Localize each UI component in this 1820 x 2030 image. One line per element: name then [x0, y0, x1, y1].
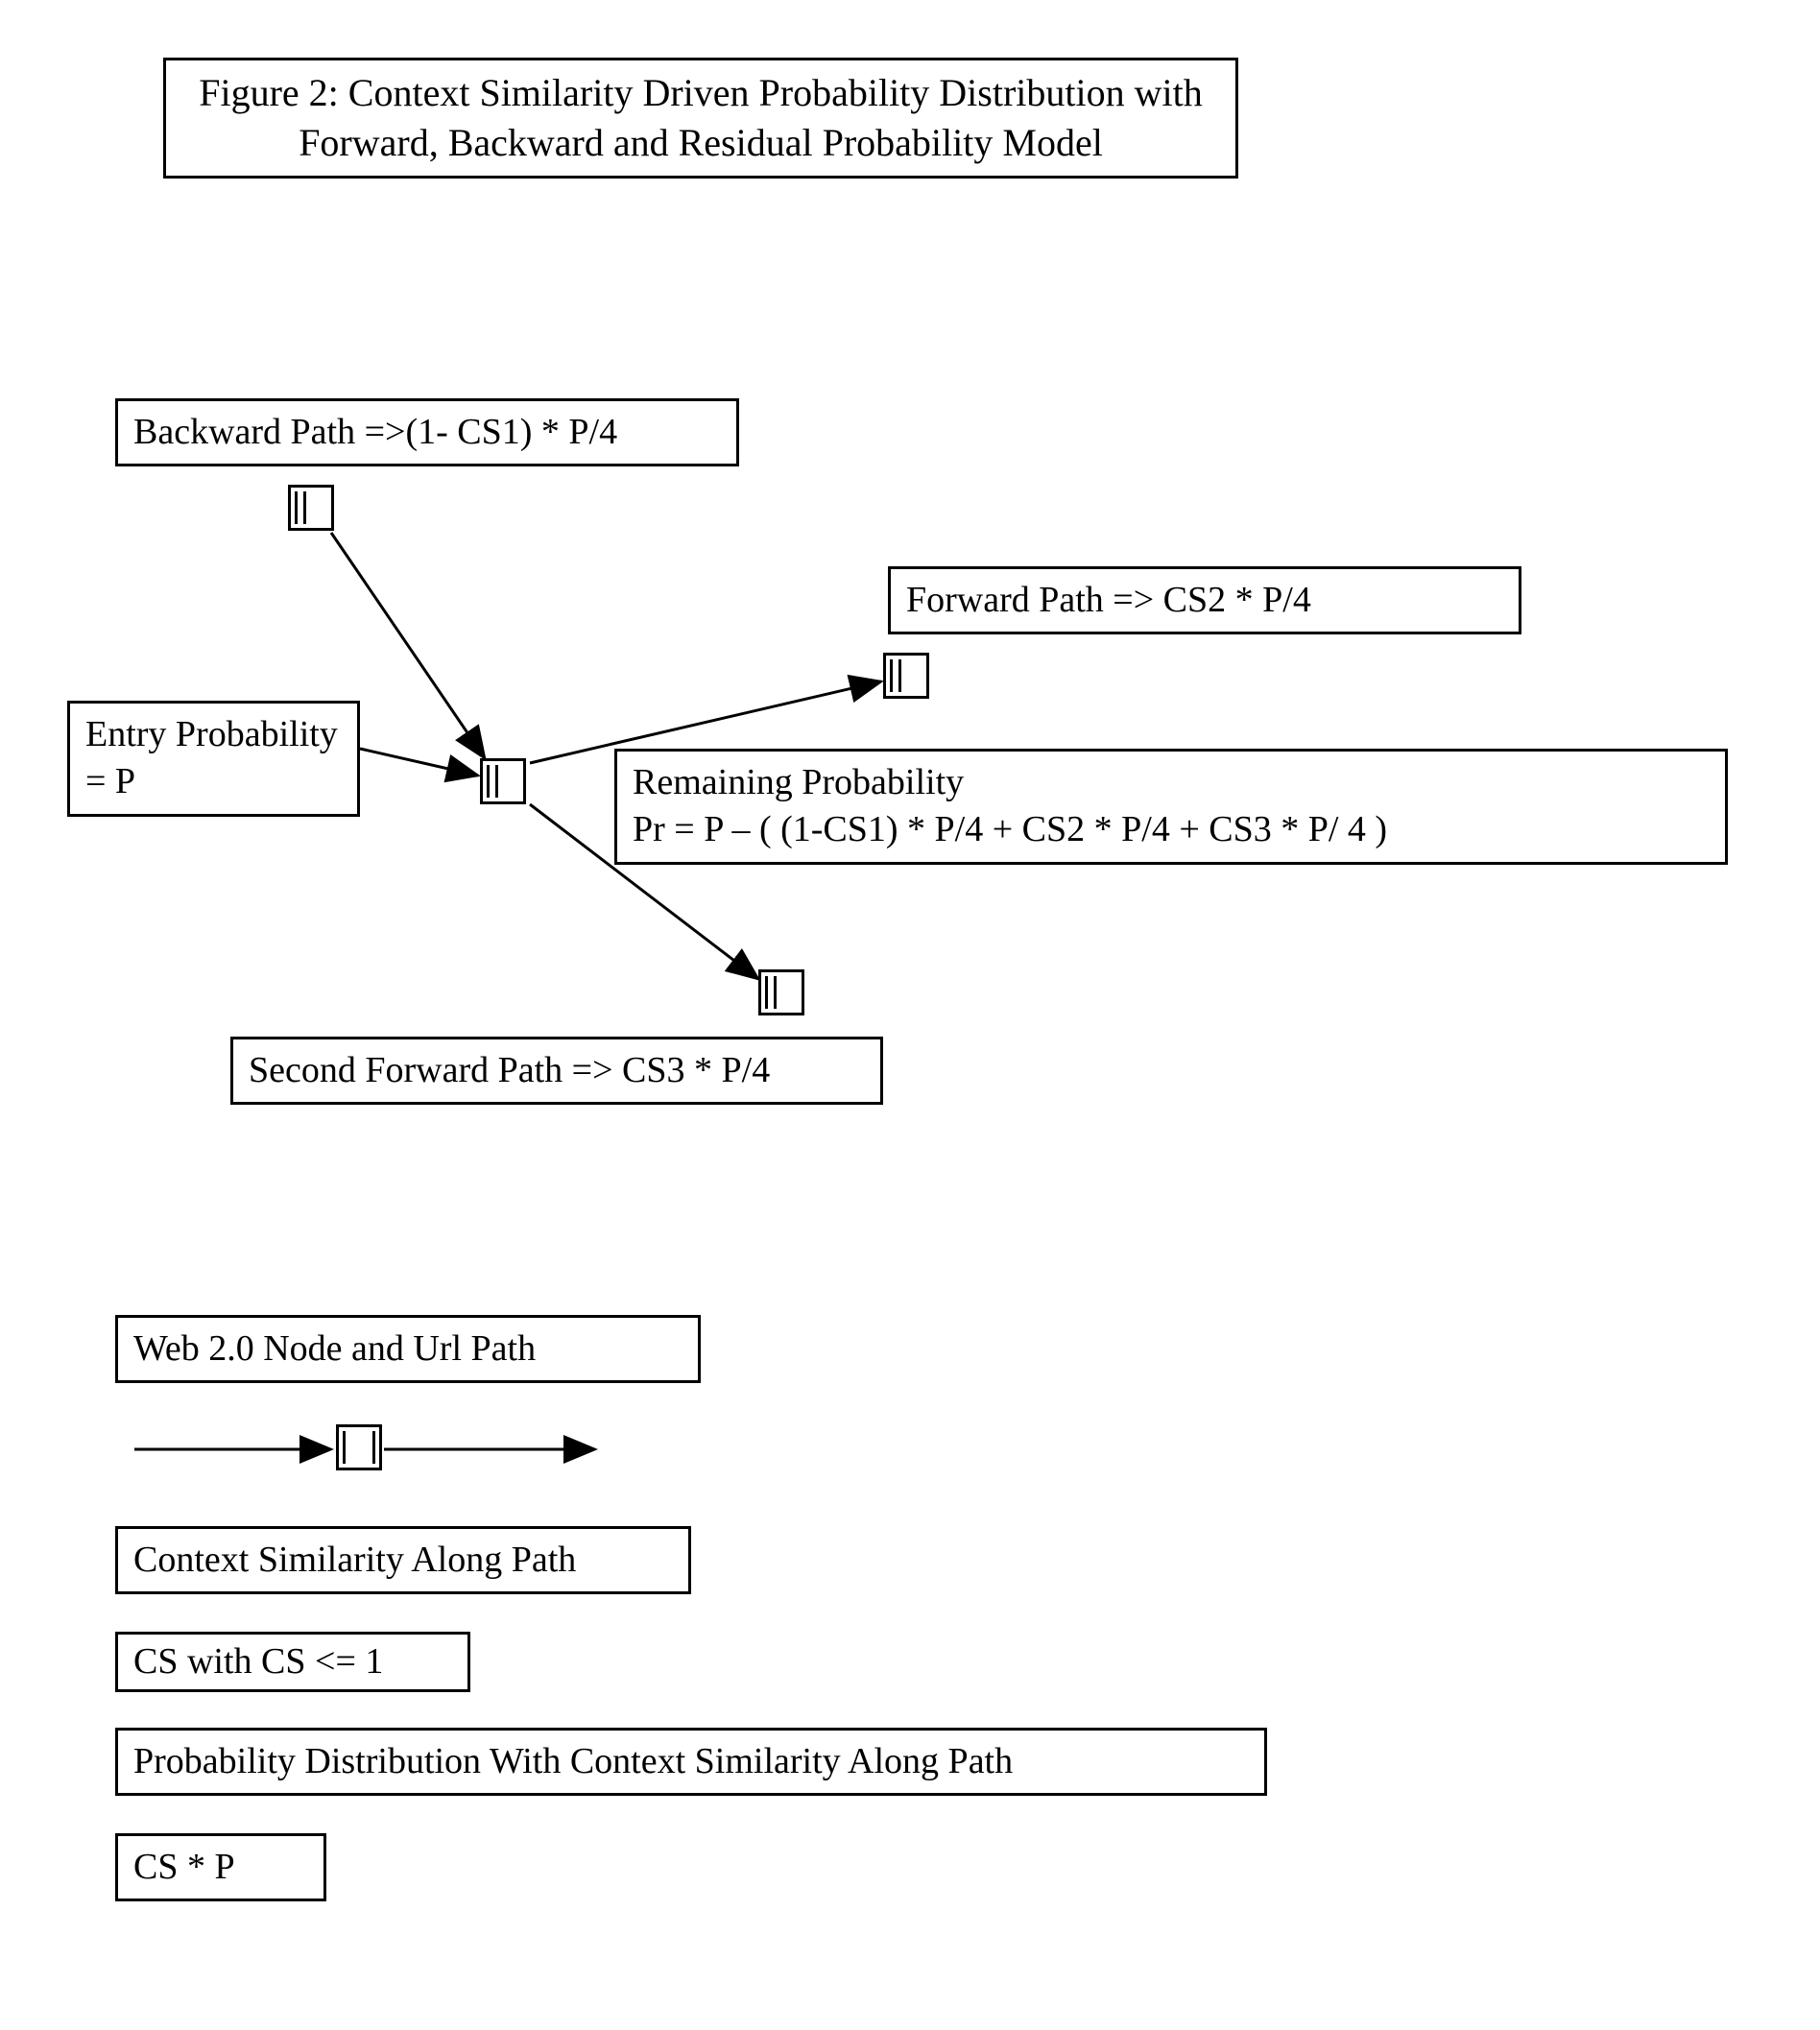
legend-cs-constraint-box: CS with CS <= 1 — [115, 1632, 470, 1692]
legend-node-icon — [336, 1424, 382, 1470]
forward-node — [883, 653, 929, 699]
legend-cs-p-box: CS * P — [115, 1833, 326, 1901]
diagram-arrows — [0, 0, 1820, 2030]
title-line1: Figure 2: Context Similarity Driven Prob… — [181, 68, 1220, 118]
second-forward-node — [758, 969, 804, 1015]
entry-probability-text: Entry Probability = P — [85, 714, 338, 801]
legend-arrows — [0, 0, 1820, 2030]
backward-path-box: Backward Path =>(1- CS1) * P/4 — [115, 398, 739, 466]
figure-title-box: Figure 2: Context Similarity Driven Prob… — [163, 58, 1238, 179]
title-line2: Forward, Backward and Residual Probabili… — [181, 118, 1220, 168]
remaining-line2: Pr = P – ( (1-CS1) * P/4 + CS2 * P/4 + C… — [633, 806, 1710, 853]
legend-web-node-box: Web 2.0 Node and Url Path — [115, 1315, 701, 1383]
center-node — [480, 758, 526, 804]
backward-node — [288, 485, 334, 531]
second-forward-path-box: Second Forward Path => CS3 * P/4 — [230, 1037, 883, 1105]
legend-context-sim-box: Context Similarity Along Path — [115, 1526, 691, 1594]
forward-path-box: Forward Path => CS2 * P/4 — [888, 566, 1521, 634]
legend-prob-dist-box: Probability Distribution With Context Si… — [115, 1728, 1267, 1796]
remaining-line1: Remaining Probability — [633, 759, 1710, 806]
entry-probability-box: Entry Probability = P — [67, 701, 360, 817]
remaining-probability-box: Remaining Probability Pr = P – ( (1-CS1)… — [614, 749, 1728, 865]
